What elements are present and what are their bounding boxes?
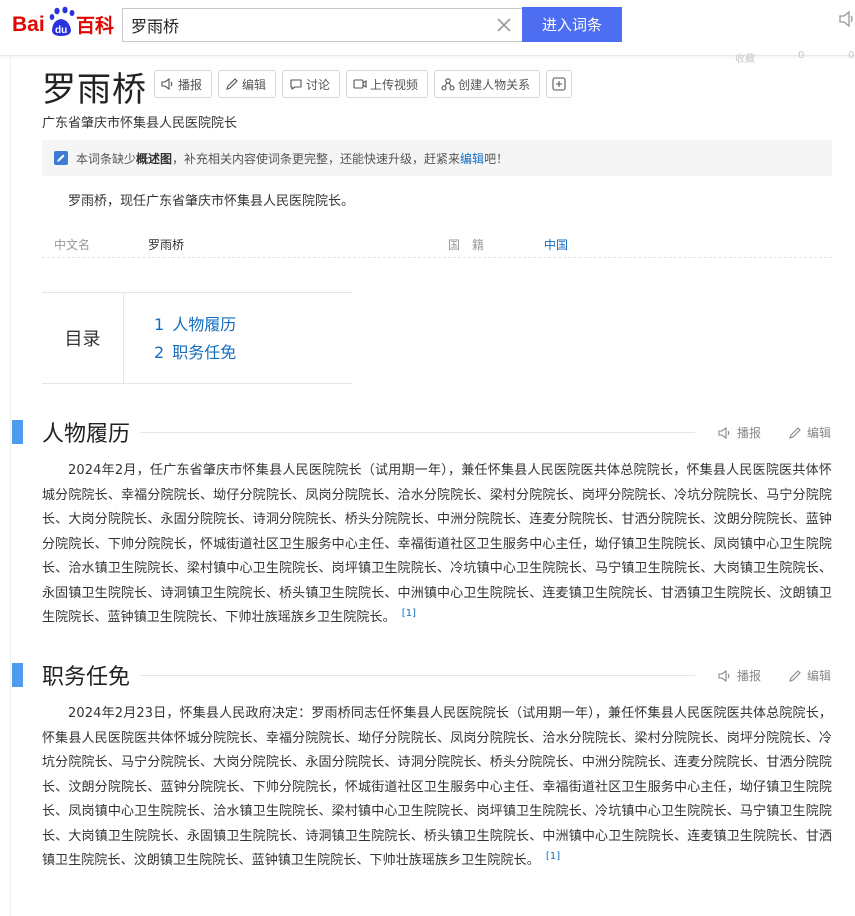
paragraph-text: 2024年2月23日，怀集县人民政府决定：罗雨桥同志任怀集县人民医院院长（试用期… (42, 706, 832, 868)
relation-icon (441, 78, 455, 91)
speaker-icon (161, 77, 173, 91)
info-key-nationality: 国 籍 (448, 238, 485, 252)
missing-image-notice: 本词条缺少 概述图 ，补充相关内容使词条更完整，还能快速升级，赶紧来 编辑 吧！ (42, 140, 832, 176)
toc-text: 人物履历 (172, 315, 237, 334)
paragraph-text: 2024年2月，任广东省肇庆市怀集县人民医院院长（试用期一年），兼任怀集县人民医… (42, 463, 832, 625)
section-title-biography: 人物履历 (42, 416, 141, 448)
section-edit-button[interactable]: 编辑 (788, 424, 831, 441)
like-count[interactable]: 0 (798, 50, 804, 61)
section-marker (12, 663, 23, 687)
table-of-contents: 目录 1 人物履历 2 职务任免 (42, 292, 352, 384)
entry-subtitle: 广东省肇庆市怀集县人民医院院长 (42, 116, 238, 131)
plus-icon (552, 77, 566, 91)
section-broadcast-button[interactable]: 播报 (718, 424, 761, 441)
section-edit-label: 编辑 (807, 669, 832, 683)
baidu-baike-logo[interactable]: Bai du 百科 (12, 6, 116, 40)
pencil-icon (789, 426, 801, 439)
notice-text-post: 吧！ (484, 151, 509, 166)
entry-summary: 罗雨桥，现任广东省肇庆市怀集县人民医院院长。 (68, 194, 355, 209)
upload-video-button[interactable]: 上传视频 (346, 70, 429, 98)
toc-item-appointments[interactable]: 2 职务任免 (154, 339, 236, 363)
search-input[interactable] (131, 9, 491, 41)
broadcast-button[interactable]: 播报 (154, 70, 213, 98)
discuss-button[interactable]: 讨论 (282, 70, 341, 98)
collect-label[interactable]: 收藏 (735, 50, 755, 65)
toc-num: 2 (154, 343, 165, 362)
edit-button[interactable]: 编辑 (218, 70, 277, 98)
notice-edit-link[interactable]: 编辑 (460, 150, 484, 167)
info-value-nationality[interactable]: 中国 (544, 236, 568, 253)
svg-text:Bai: Bai (12, 13, 45, 36)
entry-toolbar: 播报 编辑 讨论 上传视频 创建人物关系 (154, 70, 573, 98)
section-edit-button[interactable]: 编辑 (788, 667, 831, 684)
broadcast-label: 播报 (178, 77, 203, 92)
page-title: 罗雨桥 (42, 70, 147, 110)
enter-entry-button[interactable]: 进入词条 (522, 7, 622, 42)
section-divider (140, 675, 695, 676)
reference-link[interactable]: [1] (402, 608, 416, 619)
edit-label: 编辑 (242, 77, 267, 92)
info-key-name: 中文名 (54, 238, 91, 252)
left-guide-line (10, 56, 11, 916)
section-edit-label: 编辑 (807, 426, 832, 440)
basic-info: 中文名 罗雨桥 国 籍 中国 (42, 228, 832, 258)
section-broadcast-label: 播报 (737, 669, 762, 683)
svg-text:du: du (55, 25, 67, 36)
chat-icon (290, 79, 302, 90)
create-relation-button[interactable]: 创建人物关系 (434, 70, 541, 98)
video-icon (353, 79, 367, 89)
section-paragraph-biography: 2024年2月，任广东省肇庆市怀集县人民医院院长（试用期一年），兼任怀集县人民医… (42, 459, 832, 631)
edit-pen-icon (54, 151, 68, 165)
speaker-icon (718, 669, 730, 682)
section-broadcast-button[interactable]: 播报 (718, 667, 761, 684)
toc-label: 目录 (42, 293, 124, 383)
notice-text-mid: ，补充相关内容使词条更完整，还能快速升级，赶紧来 (172, 151, 461, 166)
upload-video-label: 上传视频 (370, 77, 419, 92)
add-button[interactable] (546, 70, 573, 98)
create-relation-label: 创建人物关系 (458, 77, 531, 92)
clear-icon[interactable] (496, 17, 512, 33)
pencil-icon (226, 78, 238, 90)
toc-num: 1 (154, 315, 165, 334)
section-title-appointments: 职务任免 (42, 659, 141, 691)
svg-text:百科: 百科 (76, 14, 114, 37)
top-bar: Bai du 百科 进入词条 (0, 0, 855, 56)
notice-bold: 概述图 (136, 151, 173, 166)
share-count[interactable]: 0 (848, 50, 854, 61)
section-paragraph-appointments: 2024年2月23日，怀集县人民政府决定：罗雨桥同志任怀集县人民医院院长（试用期… (42, 702, 832, 874)
info-value-name: 罗雨桥 (148, 238, 185, 252)
speaker-icon (718, 426, 730, 439)
notice-text-pre: 本词条缺少 (76, 151, 137, 166)
speaker-icon[interactable] (839, 10, 855, 28)
discuss-label: 讨论 (306, 77, 331, 92)
reference-link[interactable]: [1] (546, 851, 560, 862)
section-marker (12, 420, 23, 444)
toc-item-biography[interactable]: 1 人物履历 (154, 311, 236, 335)
section-divider (140, 432, 695, 433)
search-box (122, 8, 522, 42)
toc-text: 职务任免 (172, 343, 237, 362)
section-broadcast-label: 播报 (737, 426, 762, 440)
pencil-icon (789, 669, 801, 682)
